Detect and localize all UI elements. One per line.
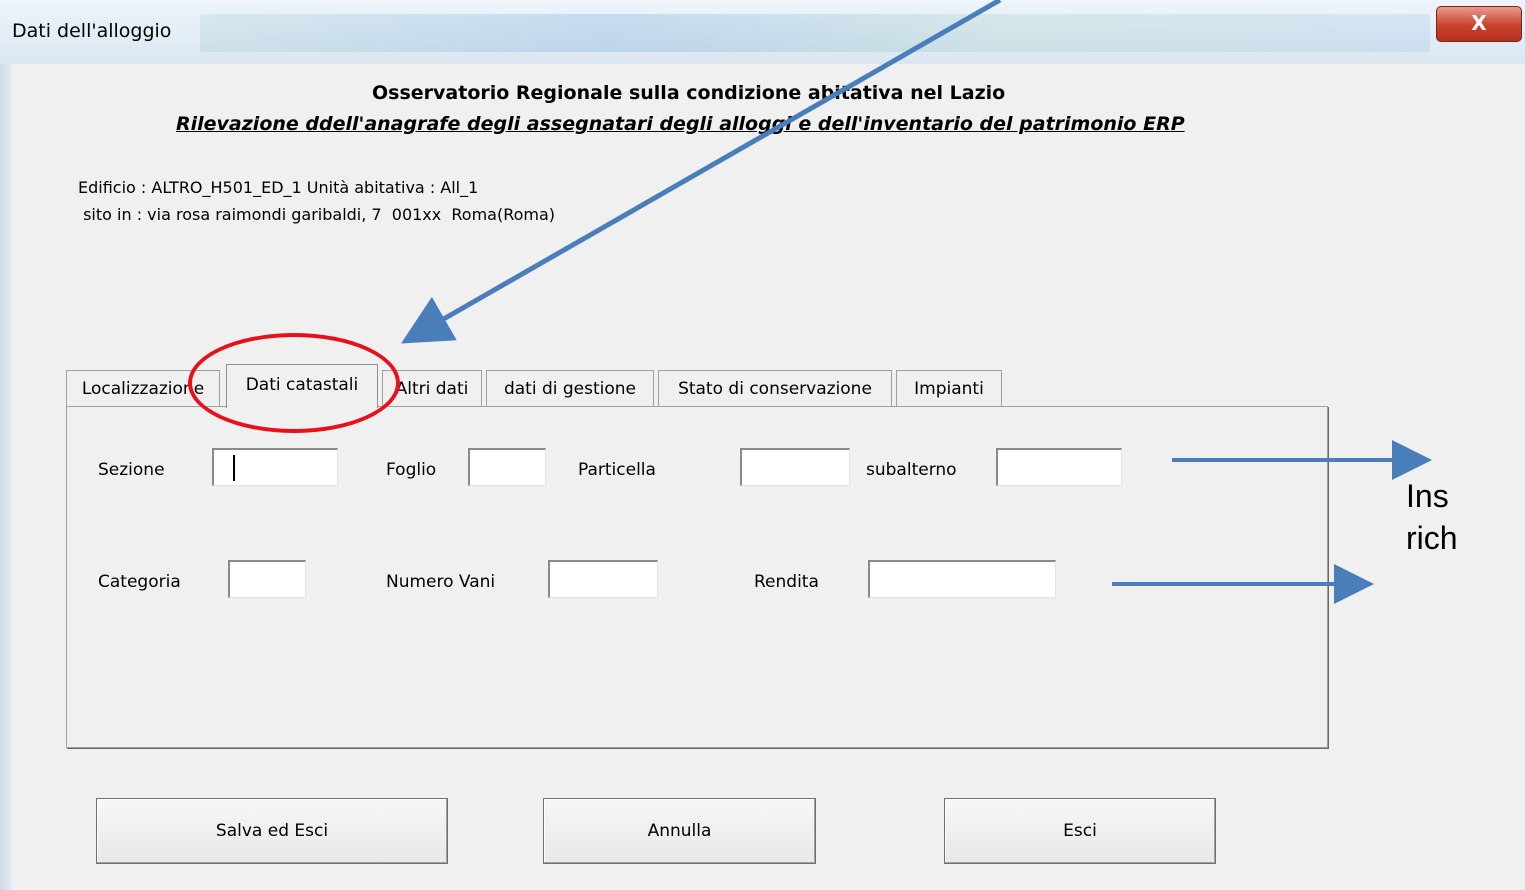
numero-vani-label: Numero Vani — [386, 572, 496, 592]
title-bar: Dati dell'alloggio X — [0, 0, 1525, 64]
tab-altri-dati[interactable]: Altri dati — [382, 370, 482, 406]
rendita-input[interactable] — [868, 560, 1056, 598]
address-info: sito in : via rosa raimondi garibaldi, 7… — [78, 205, 556, 224]
tab-impianti[interactable]: Impianti — [896, 370, 1002, 406]
window-title: Dati dell'alloggio — [12, 20, 172, 42]
annotation-text-line-1: Ins — [1406, 478, 1449, 514]
sezione-label: Sezione — [98, 460, 165, 480]
sezione-input[interactable] — [212, 448, 338, 486]
rendita-label: Rendita — [754, 572, 819, 592]
close-button[interactable]: X — [1436, 6, 1522, 42]
form-heading: Osservatorio Regionale sulla condizione … — [372, 82, 1006, 104]
form-subheading: Rilevazione ddell'anagrafe degli assegna… — [176, 113, 1185, 135]
exit-button[interactable]: Esci — [944, 798, 1216, 864]
building-info: Edificio : ALTRO_H501_ED_1 Unità abitati… — [78, 178, 479, 197]
particella-label: Particella — [578, 460, 656, 480]
save-and-exit-button[interactable]: Salva ed Esci — [96, 798, 448, 864]
particella-input[interactable] — [740, 448, 850, 486]
text-caret — [233, 455, 235, 481]
title-bar-background-strip — [200, 14, 1430, 52]
subalterno-label: subalterno — [866, 460, 957, 480]
foglio-label: Foglio — [386, 460, 437, 480]
subalterno-input[interactable] — [996, 448, 1122, 486]
window-left-frame — [0, 64, 12, 890]
numero-vani-input[interactable] — [548, 560, 658, 598]
tab-stato-di-conservazione[interactable]: Stato di conservazione — [658, 370, 892, 406]
foglio-input[interactable] — [468, 448, 546, 486]
tab-localizzazione[interactable]: Localizzazione — [66, 370, 220, 406]
tab-dati-di-gestione[interactable]: dati di gestione — [486, 370, 654, 406]
categoria-input[interactable] — [228, 560, 306, 598]
annotation-text-line-2: rich — [1406, 520, 1458, 556]
cancel-button[interactable]: Annulla — [543, 798, 816, 864]
categoria-label: Categoria — [98, 572, 181, 592]
tab-dati-catastali[interactable]: Dati catastali — [226, 364, 378, 408]
